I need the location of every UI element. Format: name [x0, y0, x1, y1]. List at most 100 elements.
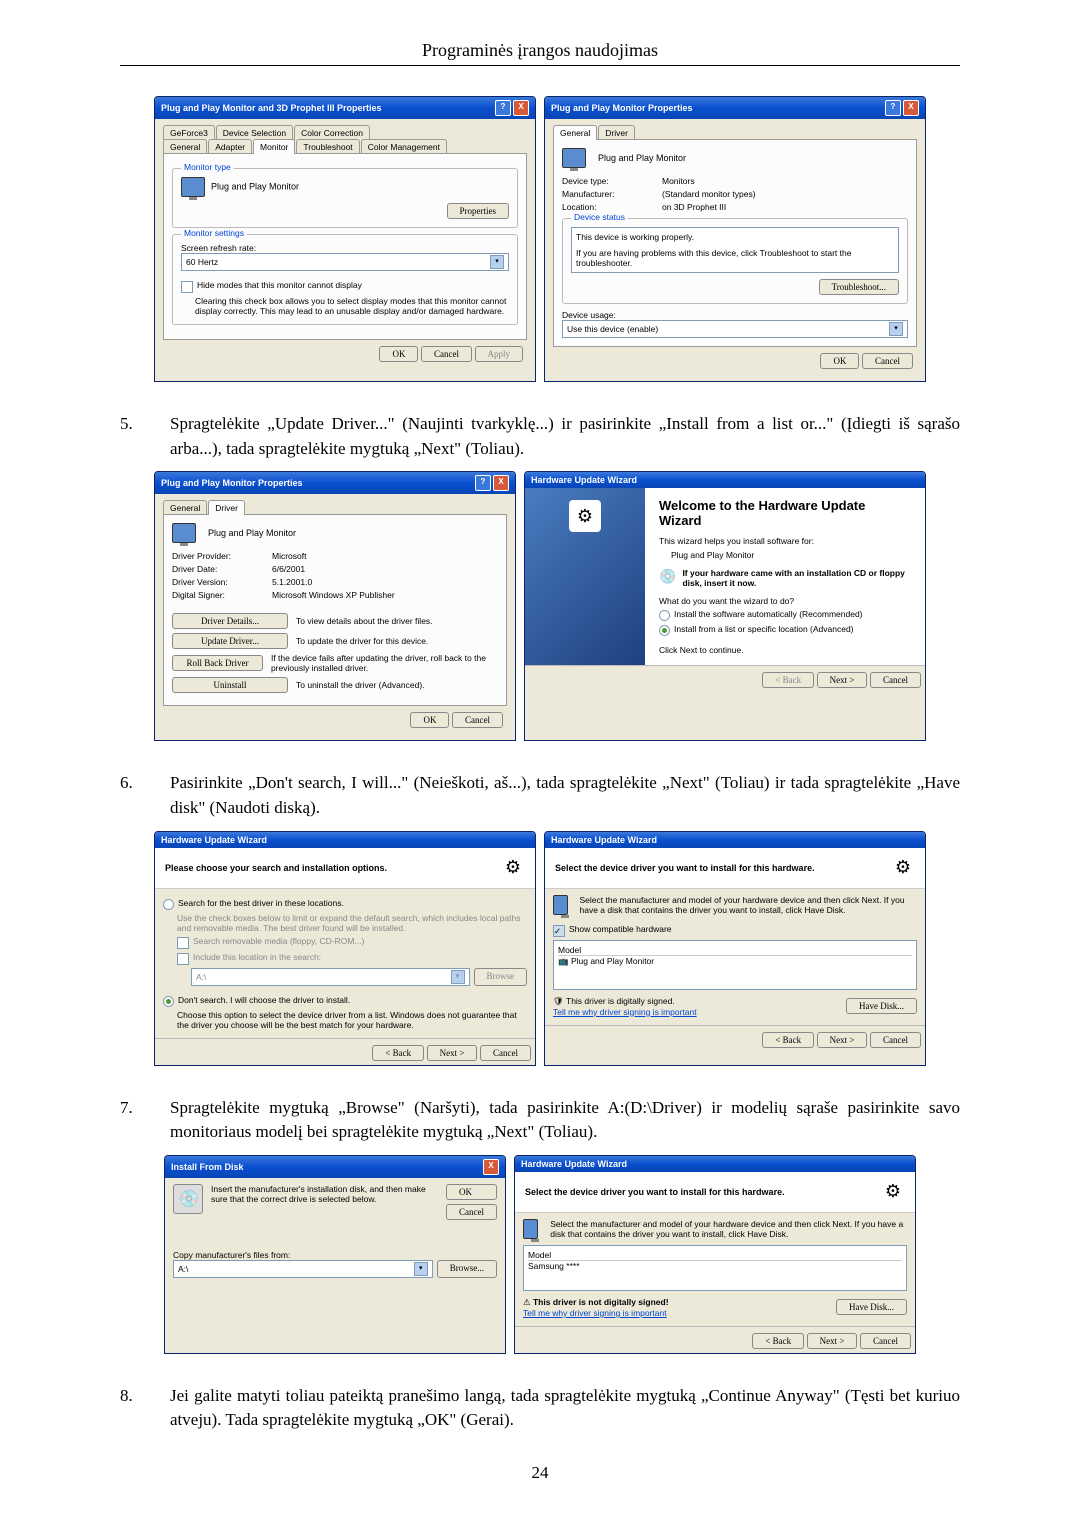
cancel-button[interactable]: Cancel: [870, 672, 921, 688]
update-driver-text: To update the driver for this device.: [296, 636, 428, 646]
version-label: Driver Version:: [172, 577, 272, 587]
titlebar: Plug and Play Monitor and 3D Prophet III…: [155, 97, 535, 119]
close-icon[interactable]: X: [903, 100, 919, 116]
help-icon[interactable]: ?: [885, 100, 901, 116]
step-8: 8. Jei galite matyti toliau pateiktą pra…: [120, 1384, 960, 1433]
cancel-button[interactable]: Cancel: [446, 1204, 497, 1220]
display-properties-dialog: Plug and Play Monitor and 3D Prophet III…: [154, 96, 536, 382]
chk-include-label: Include this location in the search:: [193, 952, 321, 962]
next-button[interactable]: Next >: [817, 672, 868, 688]
troubleshoot-button[interactable]: Troubleshoot...: [819, 279, 899, 295]
hardware-wizard-welcome-dialog: Hardware Update Wizard ⚙ Welcome to the …: [524, 471, 926, 741]
cancel-button[interactable]: Cancel: [421, 346, 472, 362]
close-icon[interactable]: X: [493, 475, 509, 491]
tab-general[interactable]: General: [553, 125, 597, 140]
provider-label: Driver Provider:: [172, 551, 272, 561]
tab-monitor[interactable]: Monitor: [253, 139, 295, 154]
tell-me-link[interactable]: Tell me why driver signing is important: [553, 1007, 697, 1017]
monitor-properties-general-dialog: Plug and Play Monitor Properties ? X Gen…: [544, 96, 926, 382]
step-7: 7. Spragtelėkite mygtuką „Browse" (Naršy…: [120, 1096, 960, 1145]
step-text: Spragtelėkite „Update Driver..." (Naujin…: [170, 412, 960, 461]
back-button[interactable]: < Back: [762, 1032, 814, 1048]
cd-icon: 💿: [659, 568, 676, 585]
copy-path-select[interactable]: A:\▾: [173, 1260, 433, 1278]
chk-removable-label: Search removable media (floppy, CD-ROM..…: [193, 936, 364, 946]
radio-list[interactable]: [659, 625, 670, 636]
ok-button[interactable]: OK: [379, 346, 418, 362]
tab-driver[interactable]: Driver: [598, 125, 635, 140]
hide-modes-checkbox[interactable]: [181, 281, 193, 293]
tab-color-management[interactable]: Color Management: [361, 139, 447, 154]
cancel-button[interactable]: Cancel: [862, 353, 913, 369]
help-icon[interactable]: ?: [495, 100, 511, 116]
screenshot-row-1: Plug and Play Monitor and 3D Prophet III…: [120, 96, 960, 382]
monitor-icon: [562, 148, 586, 168]
cancel-button[interactable]: Cancel: [870, 1032, 921, 1048]
uninstall-button[interactable]: Uninstall: [172, 677, 288, 693]
radio-auto[interactable]: [659, 610, 670, 621]
model-item[interactable]: Samsung ****: [528, 1261, 902, 1271]
close-icon[interactable]: X: [513, 100, 529, 116]
step-number: 8.: [120, 1384, 170, 1433]
next-button[interactable]: Next >: [817, 1032, 868, 1048]
tab-adapter[interactable]: Adapter: [208, 139, 252, 154]
close-icon[interactable]: X: [483, 1159, 499, 1175]
have-disk-button[interactable]: Have Disk...: [846, 998, 917, 1014]
version-value: 5.1.2001.0: [272, 577, 312, 587]
step-text: Pasirinkite „Don't search, I will..." (N…: [170, 771, 960, 820]
show-compatible-label: Show compatible hardware: [569, 924, 672, 934]
model-list[interactable]: Model Samsung ****: [523, 1245, 907, 1291]
tab-color-correction[interactable]: Color Correction: [294, 125, 370, 140]
browse-button: Browse: [474, 968, 528, 986]
update-driver-button[interactable]: Update Driver...: [172, 633, 288, 649]
tab-driver[interactable]: Driver: [208, 500, 245, 515]
tab-general[interactable]: General: [163, 500, 207, 515]
uninstall-text: To uninstall the driver (Advanced).: [296, 680, 425, 690]
have-disk-button[interactable]: Have Disk...: [836, 1299, 907, 1315]
tab-troubleshoot[interactable]: Troubleshoot: [296, 139, 359, 154]
monitor-icon: [172, 523, 196, 543]
wizard-helps-text: This wizard helps you install software f…: [659, 536, 911, 546]
next-button[interactable]: Next >: [807, 1333, 858, 1349]
show-compatible-checkbox[interactable]: ✓: [553, 925, 565, 937]
radio-search[interactable]: [163, 899, 174, 910]
step-number: 7.: [120, 1096, 170, 1145]
radio-list-label: Install from a list or specific location…: [674, 624, 854, 634]
hide-modes-description: Clearing this check box allows you to se…: [195, 296, 509, 316]
ok-button[interactable]: OK: [446, 1184, 497, 1200]
ok-button[interactable]: OK: [820, 353, 859, 369]
cancel-button[interactable]: Cancel: [452, 712, 503, 728]
dont-search-desc: Choose this option to select the device …: [177, 1010, 527, 1030]
manufacturer-value: (Standard monitor types): [662, 189, 756, 199]
refresh-rate-select[interactable]: 60 Hertz ▾: [181, 253, 509, 271]
rollback-driver-button[interactable]: Roll Back Driver: [172, 655, 263, 671]
browse-button[interactable]: Browse...: [437, 1260, 497, 1278]
status-line-2: If you are having problems with this dev…: [576, 248, 894, 268]
cancel-button[interactable]: Cancel: [860, 1333, 911, 1349]
hide-modes-label: Hide modes that this monitor cannot disp…: [197, 280, 362, 290]
signer-value: Microsoft Windows XP Publisher: [272, 590, 395, 600]
model-item[interactable]: 📺 Plug and Play Monitor: [558, 956, 912, 967]
tab-device-selection[interactable]: Device Selection: [216, 125, 293, 140]
signer-label: Digital Signer:: [172, 590, 272, 600]
radio-dont-search[interactable]: [163, 996, 174, 1007]
ok-button[interactable]: OK: [410, 712, 449, 728]
tab-general[interactable]: General: [163, 139, 207, 154]
what-do-label: What do you want the wizard to do?: [659, 596, 911, 606]
back-button[interactable]: < Back: [372, 1045, 424, 1061]
wizard-icon: ⚙: [881, 1180, 905, 1204]
back-button[interactable]: < Back: [752, 1333, 804, 1349]
next-button[interactable]: Next >: [427, 1045, 478, 1061]
install-disk-instruction: Insert the manufacturer's installation d…: [211, 1184, 438, 1220]
tab-geforce[interactable]: GeForce3: [163, 125, 215, 140]
tell-me-link[interactable]: Tell me why driver signing is important: [523, 1308, 669, 1318]
properties-button[interactable]: Properties: [447, 203, 510, 219]
heading: Plug and Play Monitor: [598, 153, 686, 163]
device-usage-select[interactable]: Use this device (enable) ▾: [562, 320, 908, 338]
driver-details-button[interactable]: Driver Details...: [172, 613, 288, 629]
help-icon[interactable]: ?: [475, 475, 491, 491]
path-select: A:\▾: [191, 968, 470, 986]
model-list[interactable]: Model 📺 Plug and Play Monitor: [553, 940, 917, 990]
page-header: Programinės įrangos naudojimas: [120, 40, 960, 61]
cancel-button[interactable]: Cancel: [480, 1045, 531, 1061]
